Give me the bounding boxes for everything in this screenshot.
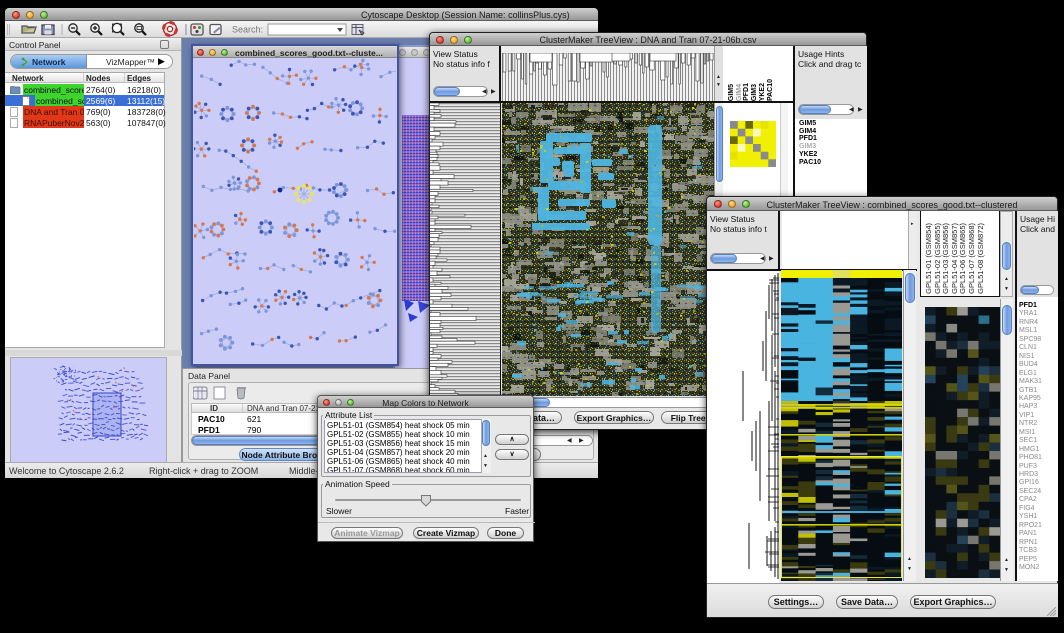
svg-text:Search:: Search: (232, 25, 263, 35)
